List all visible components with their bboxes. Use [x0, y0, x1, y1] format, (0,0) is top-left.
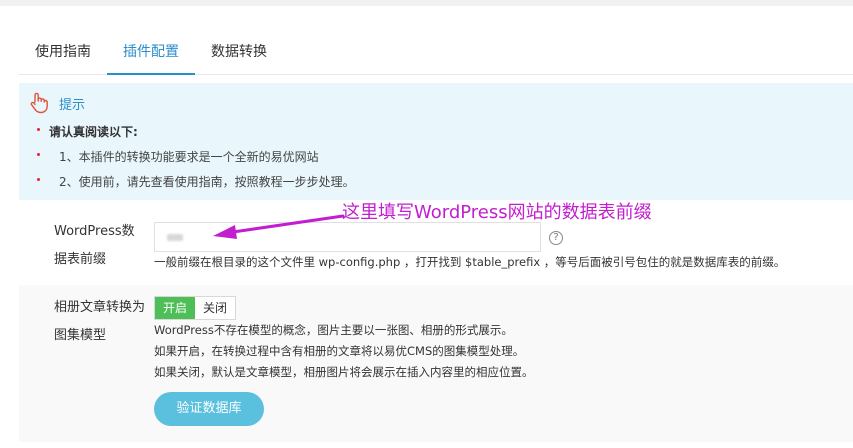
blurred-prefix-value [167, 234, 183, 241]
annotation-arrow-icon [213, 214, 345, 239]
notice-list: 请认真阅读以下: 1、本插件的转换功能要求是一个全新的易优网站 2、使用前，请先… [33, 120, 833, 195]
help-icon[interactable]: ? [549, 231, 563, 245]
tab-bar: 使用指南 插件配置 数据转换 [19, 29, 853, 75]
notice-line: 2、使用前，请先查看使用指南，按照教程一步步处理。 [33, 170, 833, 195]
toggle-on-button[interactable]: 开启 [155, 297, 196, 319]
hand-pointer-icon [30, 92, 48, 114]
notice-box: 提示 请认真阅读以下: 1、本插件的转换功能要求是一个全新的易优网站 2、使用前… [19, 83, 853, 200]
album-hint-line: WordPress不存在模型的概念，图片主要以一张图、相册的形式展示。 [154, 323, 513, 337]
annotation-text: 这里填写WordPress网站的数据表前缀 [342, 202, 652, 223]
album-hint-line: 如果开启，在转换过程中含有相册的文章将以易优CMS的图集模型处理。 [154, 344, 525, 358]
notice-title: 提示 [59, 97, 86, 113]
tab-plugin-config[interactable]: 插件配置 [107, 29, 195, 75]
verify-database-button[interactable]: 验证数据库 [154, 392, 264, 426]
album-toggle: 开启 关闭 [154, 296, 237, 320]
album-label: 相册文章转换为 图集模型 [54, 300, 146, 343]
album-hint-line: 如果关闭，默认是文章模型，相册图片将会展示在插入内容里的相应位置。 [154, 365, 534, 379]
bullet-icon [37, 178, 40, 181]
prefix-label: WordPress数 据表前缀 [54, 224, 135, 267]
bullet-icon [37, 128, 40, 131]
prefix-hint: 一般前缀在根目录的这个文件里 wp-config.php ，打开找到 $tabl… [154, 255, 786, 269]
notice-header: 提示 [29, 91, 85, 115]
tab-guide[interactable]: 使用指南 [19, 29, 107, 75]
album-form-row: 相册文章转换为 图集模型 开启 关闭 WordPress不存在模型的概念，图片主… [19, 285, 853, 442]
bullet-icon [37, 153, 40, 156]
toggle-off-button[interactable]: 关闭 [195, 297, 236, 319]
tab-data-convert[interactable]: 数据转换 [195, 29, 283, 75]
notice-line: 请认真阅读以下: [33, 120, 833, 145]
notice-line: 1、本插件的转换功能要求是一个全新的易优网站 [33, 145, 833, 170]
